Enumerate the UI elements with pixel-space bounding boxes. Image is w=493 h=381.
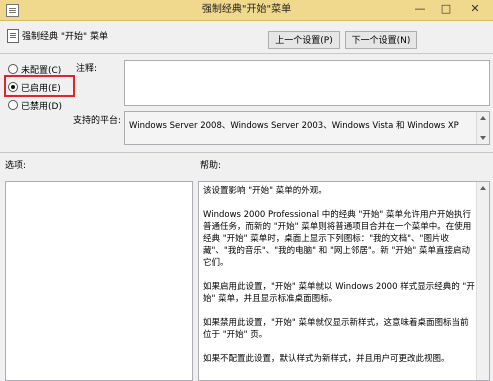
window-title: 强制经典"开始"菜单 <box>201 4 292 15</box>
help-label: 帮助: <box>200 161 222 171</box>
radio-not-configured[interactable] <box>8 64 18 74</box>
comment-field[interactable] <box>124 60 490 106</box>
options-label: 选项: <box>5 161 27 171</box>
help-paragraph: 如果启用此设置，"开始" 菜单就以 Windows 2000 样式显示经典的 "… <box>203 282 475 304</box>
scroll-up-icon[interactable] <box>480 186 486 190</box>
section-divider <box>0 152 493 153</box>
help-pane: 该设置影响 "开始" 菜单的外观。 Windows 2000 Professio… <box>198 181 490 381</box>
help-paragraph: 如果不配置此设置，默认样式为新样式，并且用户可更改此视图。 <box>203 354 450 364</box>
help-paragraph: 该设置影响 "开始" 菜单的外观。 <box>203 186 327 196</box>
minimize-icon[interactable]: — <box>408 0 432 18</box>
platform-label: 支持的平台: <box>73 116 122 126</box>
platform-value: Windows Server 2008、Windows Server 2003、… <box>129 121 459 131</box>
comment-label: 注释: <box>76 64 98 74</box>
radio-disabled[interactable] <box>8 100 18 110</box>
window-menu-icon[interactable] <box>6 4 19 17</box>
close-icon[interactable]: ✕ <box>460 0 490 18</box>
policy-name: 强制经典 "开始" 菜单 <box>22 32 109 42</box>
next-setting-button[interactable]: 下一个设置(N) <box>345 31 417 49</box>
help-paragraph: Windows 2000 Professional 中的经典 "开始" 菜单允许… <box>203 210 472 268</box>
scroll-down-icon[interactable] <box>480 136 486 140</box>
highlight-box <box>4 75 75 97</box>
previous-setting-button[interactable]: 上一个设置(P) <box>268 31 340 49</box>
radio-label-disabled: 已禁用(D) <box>21 102 62 112</box>
header-divider <box>0 53 493 54</box>
title-bar: 强制经典"开始"菜单 — □ ✕ <box>0 0 493 21</box>
options-pane[interactable] <box>5 181 193 381</box>
scroll-up-icon[interactable] <box>480 116 486 120</box>
help-scrollbar[interactable] <box>476 182 489 380</box>
platform-scrollbar[interactable] <box>476 112 489 144</box>
policy-setting-icon <box>7 29 19 43</box>
platform-field: Windows Server 2008、Windows Server 2003、… <box>124 111 490 145</box>
maximize-icon[interactable]: □ <box>434 0 458 18</box>
help-paragraph: 如果禁用此设置，"开始" 菜单就仅显示新样式，这意味着桌面图标当前位于 "开始"… <box>203 318 469 340</box>
